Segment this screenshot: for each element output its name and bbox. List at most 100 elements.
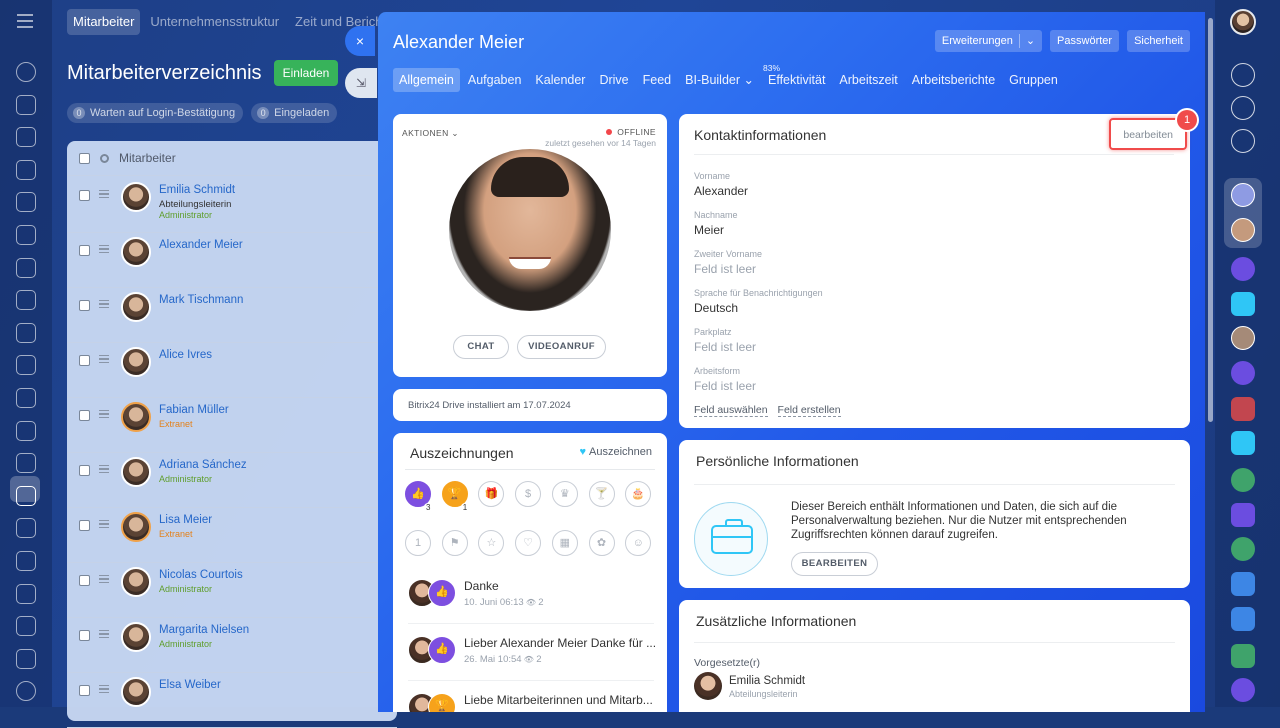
thanks-title[interactable]: Lieber Alexander Meier Danke für ... xyxy=(464,636,656,650)
row-checkbox[interactable] xyxy=(79,190,90,201)
chat-icon[interactable] xyxy=(16,159,36,180)
scrollbar[interactable] xyxy=(1208,18,1213,422)
close-slider-button[interactable]: × xyxy=(345,26,375,56)
actions-menu[interactable]: AKTIONEN ⌄ xyxy=(402,128,459,139)
tab-8[interactable]: Arbeitsberichte xyxy=(906,68,1001,92)
tab-6[interactable]: Effektivität 83% xyxy=(762,63,831,92)
chat-n-avatar[interactable] xyxy=(1231,537,1255,561)
home-icon[interactable] xyxy=(16,62,36,82)
flower-icon[interactable]: ✿ xyxy=(588,530,615,556)
security-button[interactable]: Sicherheit xyxy=(1127,30,1190,52)
sites-icon[interactable] xyxy=(16,355,36,376)
tab-3[interactable]: Drive xyxy=(593,68,634,92)
drag-handle-icon[interactable] xyxy=(99,410,109,418)
user-avatar[interactable] xyxy=(1230,9,1256,35)
filter-invited[interactable]: 0 Eingeladen xyxy=(251,103,338,123)
minimize-slider-button[interactable]: ⇲ xyxy=(345,68,377,98)
drag-handle-icon[interactable] xyxy=(99,630,109,638)
filter-pending-login[interactable]: 0 Warten auf Login-Bestätigung xyxy=(67,103,244,123)
profile-photo[interactable] xyxy=(449,149,611,311)
number-one-icon[interactable]: 1 xyxy=(405,530,431,556)
people-icon[interactable] xyxy=(16,225,36,245)
employee-name[interactable]: Margarita Nielsen xyxy=(159,624,249,636)
avatar[interactable] xyxy=(121,237,151,267)
tab-9[interactable]: Gruppen xyxy=(1003,68,1064,92)
copilot-icon[interactable] xyxy=(1231,96,1255,120)
employee-name[interactable]: Alice Ivres xyxy=(159,349,212,361)
gift-icon[interactable]: 🎁 xyxy=(478,481,505,507)
avatar[interactable] xyxy=(121,402,151,432)
drag-handle-icon[interactable] xyxy=(99,300,109,308)
sign-icon[interactable] xyxy=(16,616,36,637)
list-item[interactable]: 👍 Danke 10. Juni 06:13 👁 2 xyxy=(408,569,654,624)
row-checkbox[interactable] xyxy=(79,410,90,421)
select-field-link[interactable]: Feld auswählen xyxy=(694,404,768,417)
employee-name[interactable]: Fabian Müller xyxy=(159,404,229,416)
table-row[interactable]: Alexander Meier xyxy=(67,233,397,288)
tab-5[interactable]: BI-Builder ⌄ xyxy=(679,68,760,92)
flag-icon[interactable]: ⚑ xyxy=(441,530,468,556)
documents-icon[interactable] xyxy=(16,127,36,148)
row-checkbox[interactable] xyxy=(79,630,90,641)
avatar[interactable] xyxy=(121,457,151,487)
thanks-title[interactable]: Danke xyxy=(464,579,499,593)
tab-mitarbeiter[interactable]: Mitarbeiter xyxy=(67,9,141,35)
table-row[interactable]: Nicolas Courtois Administrator xyxy=(67,563,397,618)
drag-handle-icon[interactable] xyxy=(99,575,109,583)
row-checkbox[interactable] xyxy=(79,575,90,586)
bell-icon[interactable] xyxy=(1231,63,1255,87)
search-chat-icon[interactable] xyxy=(1231,129,1255,153)
tab-1[interactable]: Aufgaben xyxy=(462,68,528,92)
row-checkbox[interactable] xyxy=(79,685,90,696)
drag-handle-icon[interactable] xyxy=(99,190,109,198)
crm-icon[interactable] xyxy=(16,322,36,343)
chat-avatar[interactable] xyxy=(1231,326,1255,350)
cake-icon[interactable]: 🎂 xyxy=(625,481,652,507)
row-checkbox[interactable] xyxy=(79,355,90,366)
message-icon[interactable] xyxy=(1231,431,1255,455)
task-icon[interactable] xyxy=(1231,644,1255,668)
headset-icon[interactable] xyxy=(16,648,36,669)
drag-handle-icon[interactable] xyxy=(99,245,109,253)
drag-handle-icon[interactable] xyxy=(99,465,109,473)
row-checkbox[interactable] xyxy=(79,520,90,531)
table-row[interactable]: Fabian Müller Extranet xyxy=(67,398,397,453)
table-row[interactable]: Alice Ivres xyxy=(67,343,397,398)
table-row[interactable]: Lisa Meier Extranet xyxy=(67,508,397,563)
star-icon[interactable]: ☆ xyxy=(478,530,505,556)
employee-name[interactable]: Elsa Weiber xyxy=(159,679,221,691)
menu-icon[interactable] xyxy=(17,14,33,28)
avatar[interactable] xyxy=(121,292,151,322)
gear-icon[interactable] xyxy=(100,153,109,163)
employees-icon[interactable] xyxy=(16,485,36,506)
shop-icon[interactable] xyxy=(16,453,36,474)
table-row[interactable]: Mark Tischmann xyxy=(67,288,397,343)
chat-t-avatar[interactable] xyxy=(1231,468,1255,492)
calendar-badge-icon[interactable]: ▦ xyxy=(551,530,578,556)
analytics-icon[interactable] xyxy=(16,388,36,408)
passwords-button[interactable]: Passwörter xyxy=(1050,30,1120,52)
avatar[interactable] xyxy=(121,677,151,707)
tab-2[interactable]: Kalender xyxy=(529,68,591,92)
supervisor-name[interactable]: Emilia Schmidt xyxy=(729,675,805,687)
list-item[interactable]: 👍 Lieber Alexander Meier Danke für ... 26.… xyxy=(408,626,656,681)
table-row[interactable]: Margarita Nielsen Administrator xyxy=(67,618,397,673)
money-bag-icon[interactable]: $ xyxy=(515,481,542,507)
calendar-icon[interactable] xyxy=(16,192,36,213)
avatar[interactable] xyxy=(121,512,151,542)
table-row[interactable]: Adriana Sánchez Administrator xyxy=(67,453,397,508)
target-icon[interactable] xyxy=(16,583,36,604)
avatar[interactable] xyxy=(121,347,151,377)
table-row[interactable]: Emilia Schmidt Abteilungsleiterin Administ… xyxy=(67,178,397,233)
heart-outline-icon[interactable]: ♡ xyxy=(515,530,542,556)
row-checkbox[interactable] xyxy=(79,465,90,476)
crown-icon[interactable]: ♛ xyxy=(551,481,578,507)
smile-icon[interactable]: ☺ xyxy=(625,530,652,556)
chat-avatar[interactable] xyxy=(1231,218,1255,242)
settings-icon[interactable] xyxy=(16,681,36,702)
award-button[interactable]: ♥ Auszeichnen xyxy=(579,446,652,458)
group-chat-icon[interactable] xyxy=(1231,183,1255,207)
avatar[interactable] xyxy=(121,182,151,212)
calendar-grid-icon[interactable] xyxy=(16,518,36,539)
copilot-chat-icon[interactable] xyxy=(1231,257,1255,281)
